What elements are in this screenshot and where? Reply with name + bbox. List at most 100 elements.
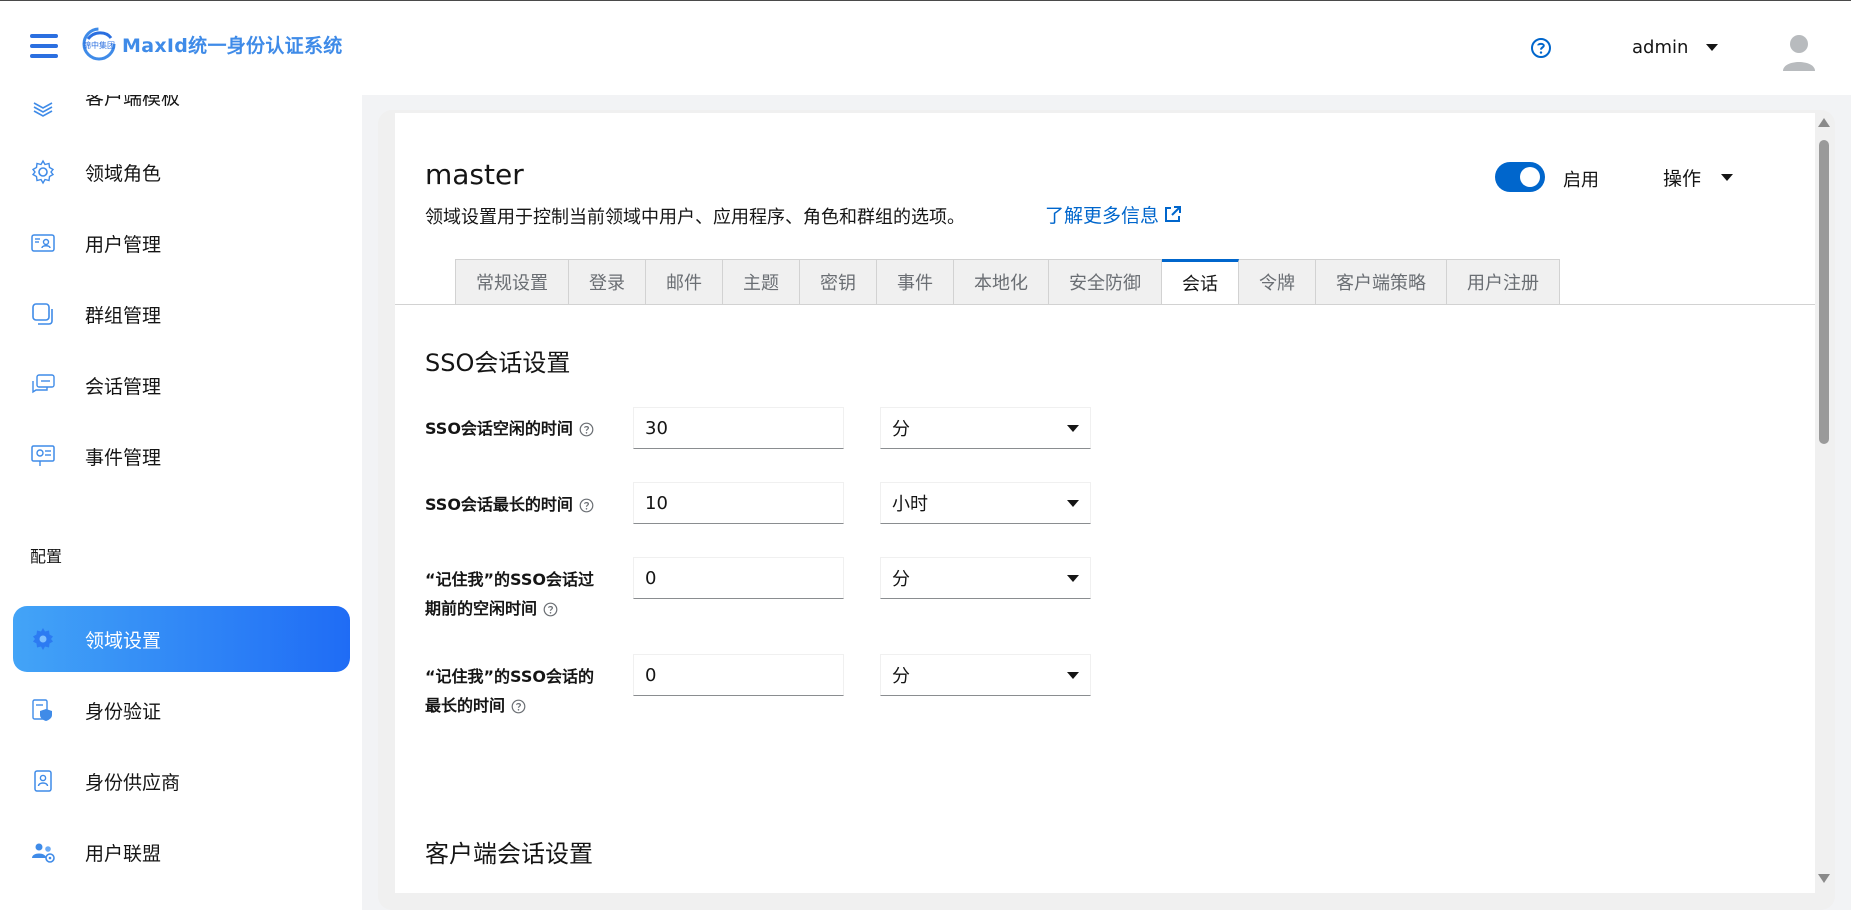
help-hint-icon[interactable]: [511, 699, 526, 714]
sidebar-item-user-federation[interactable]: 用户联盟: [13, 819, 350, 885]
sidebar-item-identity-providers[interactable]: 身份供应商: [13, 748, 350, 814]
svg-text:锦中集团: 锦中集团: [83, 40, 115, 50]
select-value: 分: [892, 569, 910, 590]
sidebar-item-label: 客户端模板: [85, 95, 181, 109]
select-value: 分: [892, 666, 910, 687]
scrollbar-thumb[interactable]: [1819, 140, 1829, 444]
enabled-toggle[interactable]: [1495, 162, 1545, 192]
remember-me-max-lifespan-unit-select[interactable]: 分: [880, 654, 1091, 696]
sidebar-item-label: 领域角色: [85, 162, 162, 185]
remember-me-max-lifespan-input[interactable]: [633, 654, 844, 696]
sso-max-lifespan-label: SSO会话最长的时间: [425, 490, 594, 519]
chevron-down-icon: [1706, 44, 1719, 51]
shield-icon: [32, 699, 52, 721]
settings-tabs: 常规设置 登录 邮件 主题 密钥 事件 本地化 安全防御 会话 令牌 客户端策略…: [455, 259, 1560, 305]
tab-email[interactable]: 邮件: [646, 259, 723, 305]
chevron-down-icon: [1067, 574, 1079, 582]
toggle-knob: [1520, 167, 1540, 187]
tab-general[interactable]: 常规设置: [455, 259, 569, 305]
tab-tokens[interactable]: 令牌: [1239, 259, 1316, 305]
tab-themes[interactable]: 主题: [723, 259, 800, 305]
chat-icon: [32, 374, 55, 394]
field-label-text: 最长的时间: [425, 696, 506, 715]
sidebar-item-realm-settings[interactable]: 领域设置: [13, 606, 350, 672]
help-icon[interactable]: [1530, 37, 1552, 59]
tabs-divider: [395, 304, 1815, 305]
menu-toggle-icon[interactable]: [30, 34, 58, 58]
gear-icon: [31, 159, 55, 185]
remember-me-idle-timeout-input[interactable]: [633, 557, 844, 599]
scroll-down-arrow[interactable]: [1818, 874, 1830, 883]
gear-icon: [33, 628, 53, 650]
avatar-icon[interactable]: [1781, 33, 1817, 71]
page-description: 领域设置用于控制当前领域中用户、应用程序、角色和群组的选项。: [425, 207, 965, 228]
sidebar-item-label: 用户管理: [85, 233, 162, 256]
user-menu[interactable]: admin: [1632, 37, 1719, 58]
client-session-section-title: 客户端会话设置: [425, 840, 593, 868]
tab-events[interactable]: 事件: [877, 259, 954, 305]
help-hint-icon[interactable]: [579, 498, 594, 513]
field-label-text: “记住我”的SSO会话过: [425, 570, 594, 589]
actions-label: 操作: [1663, 168, 1702, 190]
monitor-icon: [31, 445, 55, 466]
chevron-down-icon: [1721, 174, 1734, 181]
sso-idle-timeout-label: SSO会话空闲的时间: [425, 414, 594, 443]
page-title: master: [425, 158, 524, 191]
chevron-down-icon: [1067, 424, 1079, 432]
sso-max-lifespan-input[interactable]: [633, 482, 844, 524]
tab-localization[interactable]: 本地化: [954, 259, 1049, 305]
users-icon: [32, 843, 55, 863]
sidebar-item-realm-roles[interactable]: 领域角色: [13, 139, 350, 205]
tab-sessions[interactable]: 会话: [1162, 259, 1239, 305]
sidebar-item-user-management[interactable]: 用户管理: [13, 210, 350, 276]
sidebar-item-label: 用户联盟: [85, 842, 162, 865]
sidebar-section-config: 配置: [30, 547, 63, 566]
enabled-toggle-label: 启用: [1563, 170, 1599, 191]
tab-user-registration[interactable]: 用户注册: [1447, 259, 1560, 305]
sidebar-item-label: 会话管理: [85, 375, 162, 398]
remember-me-idle-timeout-label: “记住我”的SSO会话过 期前的空闲时间: [425, 565, 594, 623]
scroll-up-arrow[interactable]: [1818, 118, 1830, 127]
sidebar-item-authentication[interactable]: 身份验证: [13, 677, 350, 743]
brand-logo[interactable]: 锦中集团 MaxId统一身份认证系统: [82, 27, 343, 61]
sidebar-item-client-templates[interactable]: 客户端模板: [13, 95, 350, 133]
sidebar-item-session-management[interactable]: 会话管理: [13, 352, 350, 418]
sso-idle-timeout-unit-select[interactable]: 分: [880, 407, 1091, 449]
realm-settings-panel: master 领域设置用于控制当前领域中用户、应用程序、角色和群组的选项。 了解…: [395, 113, 1815, 893]
sso-section-title: SSO会话设置: [425, 349, 571, 377]
learn-more-link[interactable]: 了解更多信息: [1045, 201, 1182, 228]
tab-client-policies[interactable]: 客户端策略: [1316, 259, 1447, 305]
sso-idle-timeout-input[interactable]: [633, 407, 844, 449]
actions-dropdown[interactable]: 操作: [1663, 164, 1734, 191]
help-hint-icon[interactable]: [543, 602, 558, 617]
sidebar-item-label: 事件管理: [85, 446, 162, 469]
sso-max-lifespan-unit-select[interactable]: 小时: [880, 482, 1091, 524]
user-name: admin: [1632, 37, 1689, 58]
field-label-text: SSO会话最长的时间: [425, 495, 573, 514]
field-label-text: “记住我”的SSO会话的: [425, 667, 594, 686]
sidebar-item-event-management[interactable]: 事件管理: [13, 423, 350, 489]
sidebar-item-label: 身份供应商: [85, 771, 181, 794]
copy-icon: [32, 303, 53, 325]
id-card-icon: [31, 234, 55, 252]
badge-icon: [34, 770, 52, 792]
remember-me-max-lifespan-label: “记住我”的SSO会话的 最长的时间: [425, 662, 594, 720]
chevron-down-icon: [1067, 499, 1079, 507]
top-header: 锦中集团 MaxId统一身份认证系统 admin: [0, 0, 1851, 95]
sidebar-item-group-management[interactable]: 群组管理: [13, 281, 350, 347]
tab-keys[interactable]: 密钥: [800, 259, 877, 305]
field-label-text: 期前的空闲时间: [425, 599, 538, 618]
sidebar-item-label: 领域设置: [85, 629, 162, 652]
help-hint-icon[interactable]: [579, 422, 594, 437]
remember-me-idle-timeout-unit-select[interactable]: 分: [880, 557, 1091, 599]
tab-security-defenses[interactable]: 安全防御: [1049, 259, 1162, 305]
select-value: 小时: [892, 494, 928, 515]
sidebar-item-label: 身份验证: [85, 700, 162, 723]
chevron-down-icon: [1067, 671, 1079, 679]
field-label-text: SSO会话空闲的时间: [425, 419, 573, 438]
brand-logo-icon: 锦中集团: [82, 27, 116, 61]
sidebar-item-label: 群组管理: [85, 304, 162, 327]
select-value: 分: [892, 419, 910, 440]
sidebar: 客户端模板 领域角色 用户管理 群组管理 会话管理 事件管理 配置 领域设置 身…: [0, 95, 362, 910]
tab-login[interactable]: 登录: [569, 259, 646, 305]
